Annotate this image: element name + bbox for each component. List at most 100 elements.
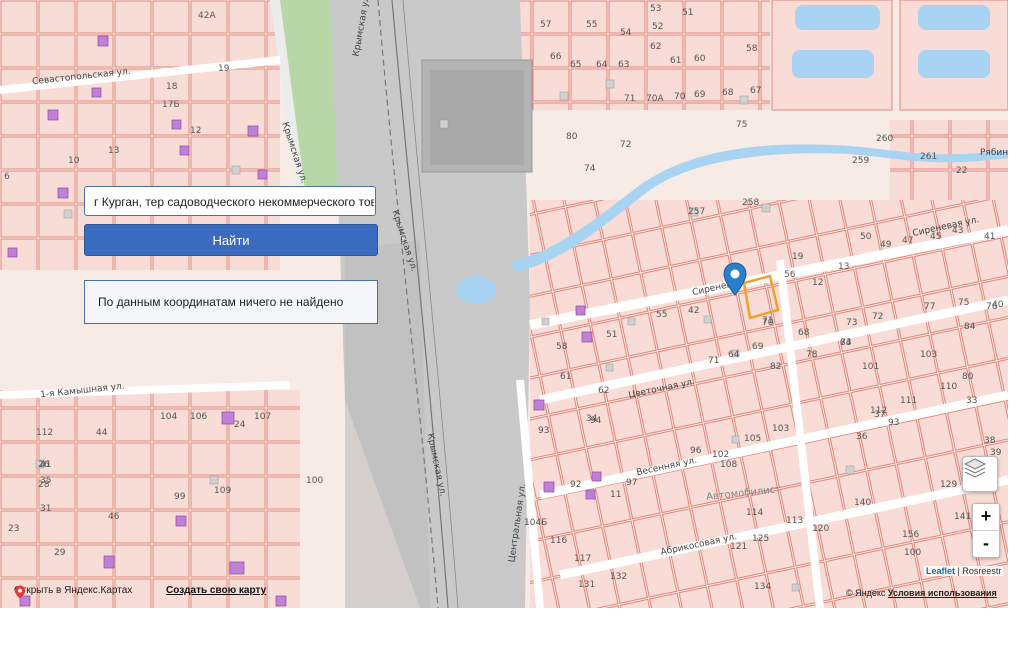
parcel-number: 61 [560,372,572,382]
parcel-number: 129 [940,480,958,490]
parcel-number: 11 [610,490,622,500]
attribution-source: Rosreestr [962,566,1002,576]
parcel-number: 107 [254,412,272,422]
parcel-number: 113 [786,516,804,526]
find-button-label: Найти [212,232,250,248]
search-input[interactable] [92,187,376,217]
parcel-number: 134 [754,582,772,592]
open-in-yandex-label: Открыть в Яндекс.Картах [14,585,133,596]
parcel-number: 36 [856,432,868,442]
parcel-number: 121 [730,542,748,552]
parcel-number: 103 [772,424,790,434]
map-pin-icon [14,585,26,599]
parcel-number: 68 [798,328,810,338]
parcel-number: 24 [234,420,246,430]
map-attribution: Leaflet | Rosreestr [924,566,1004,576]
parcel-number: 50 [860,232,872,242]
parcel-number: 57 [540,20,552,30]
street-label: Рябин [980,148,1008,158]
parcel-number: 62 [650,42,662,52]
parcel-number: 70 [674,92,686,102]
leaflet-link[interactable]: Leaflet [926,566,955,576]
parcel-number: 19 [218,64,230,74]
parcel-number: 156 [902,530,920,540]
parcel-number: 101 [862,362,880,372]
parcel-number: 80 [962,372,974,382]
parcel-number: 97 [626,478,638,488]
parcel-number: 45 [930,232,942,242]
parcel-number: 258 [742,198,760,208]
parcel-number: 93 [538,426,550,436]
parcel-number: 6 [4,172,10,182]
parcel-number: 261 [920,152,938,162]
parcel-number: 259 [852,156,870,166]
parcel-number: 74 [584,164,596,174]
parcel-number: 68 [722,88,734,98]
parcel-number: 23 [8,524,20,534]
parcel-number: 19 [792,252,804,262]
parcel-number: 37 [874,410,886,420]
parcel-number: 31 [40,504,52,514]
parcel-number: 56 [784,270,796,280]
parcel-number: 117 [574,554,592,564]
parcel-number: 38 [984,436,996,446]
parcel-number: 75 [736,120,748,130]
parcel-number: 13 [108,146,120,156]
copyright-text: © Яндекс [846,588,886,598]
parcel-number: 116 [550,536,568,546]
parcel-number: 69 [752,342,764,352]
parcel-number: 70А [646,94,664,104]
create-map-link[interactable]: Создать свою карту [166,585,266,596]
parcel-number: 112 [36,428,54,438]
result-message: По данным координатам ничего не найдено [84,280,378,324]
open-in-yandex-link[interactable]: Открыть в Яндекс.Картах [14,585,133,599]
parcel-number: 43 [952,226,964,236]
layers-icon [963,458,987,478]
parcel-number: 104Б [524,518,548,528]
zoom-in-button[interactable]: + [973,504,999,531]
marker-parcel-number: 71 [762,316,774,326]
parcel-number: 49 [880,240,892,250]
parcel-number: 58 [556,342,568,352]
parcel-number: 92 [570,480,582,490]
parcel-number: 67 [750,86,762,96]
parcel-number: 108 [720,460,738,470]
zoom-out-button[interactable]: - [973,531,999,557]
parcel-number: 12 [190,126,202,136]
parcel-number: 63 [618,60,630,70]
parcel-number: 111 [900,396,918,406]
parcel-number: 105 [744,434,762,444]
zoom-control: + - [972,503,1000,558]
parcel-number: 51 [606,330,618,340]
parcel-number: 80 [566,132,578,142]
parcel-number: 100 [306,476,324,486]
parcel-number: 60 [694,54,706,64]
parcel-number: 103 [920,350,938,360]
parcel-number: 78 [806,350,818,360]
terms-link[interactable]: Условия использования [888,588,997,598]
cadastral-map[interactable]: Севастопольская ул. Крымская ул. Крымска… [0,0,1008,608]
parcel-number: 40 [992,300,1004,310]
parcel-number: 82 [770,362,782,372]
parcel-number: 104 [160,412,178,422]
parcel-number: 72 [620,140,632,150]
parcel-number: 13 [838,262,850,272]
parcel-number: 66 [550,52,562,62]
parcel-number: 58 [746,44,758,54]
parcel-number: 10 [68,156,80,166]
layers-control-button[interactable] [962,456,998,492]
parcel-number: 132 [610,572,628,582]
location-marker[interactable] [723,262,747,296]
search-box[interactable] [84,186,376,217]
find-button[interactable]: Найти [84,224,378,256]
parcel-number: 53 [650,4,662,14]
parcel-number: 75 [958,298,970,308]
parcel-number: 120 [812,524,830,534]
parcel-number: 73 [846,318,858,328]
parcel-number: 109 [214,486,232,496]
parcel-number: 260 [876,134,894,144]
parcel-number: 99 [174,492,186,502]
parcel-number: 141 [954,512,972,522]
parcel-number: 64 [728,350,740,360]
parcel-number: 47 [902,236,914,246]
